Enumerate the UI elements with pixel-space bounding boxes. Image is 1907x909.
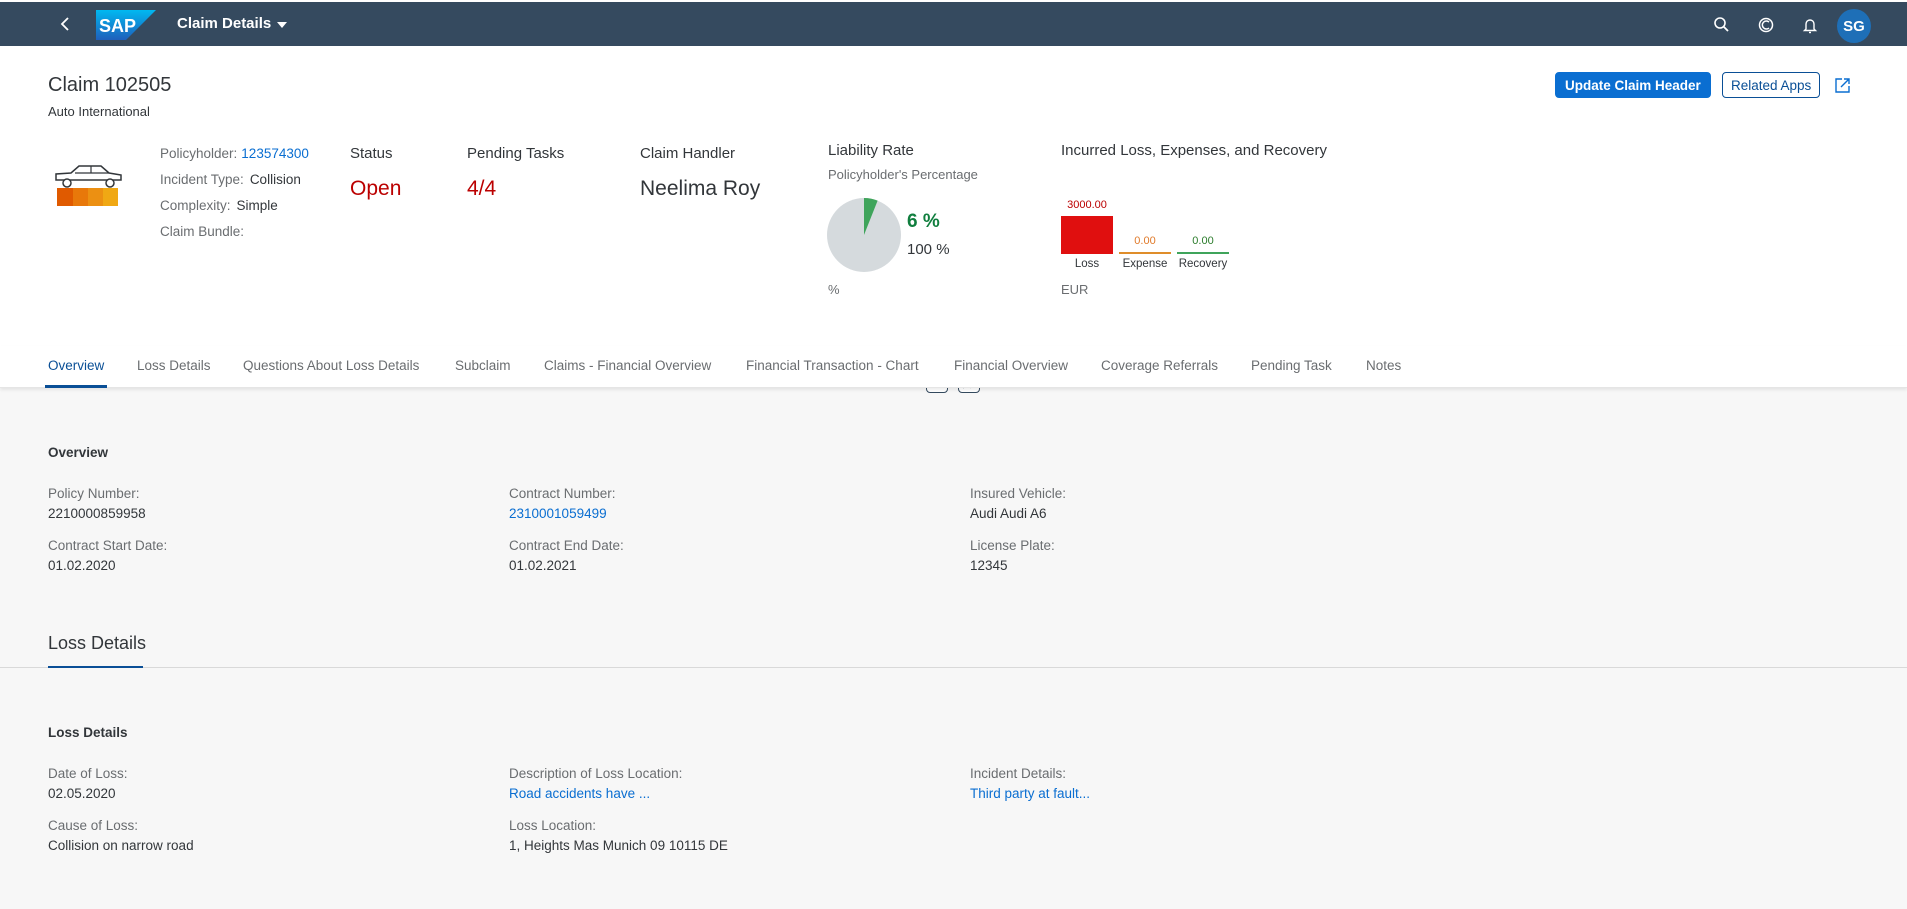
bar-value-label-expense: 0.00 <box>1134 235 1156 247</box>
object-page-header: Claim 102505 Auto International Update C… <box>0 46 1907 393</box>
liability-value: 6 % <box>907 211 940 232</box>
bar-loss <box>1061 216 1113 254</box>
loss-details-underline <box>48 666 143 668</box>
bar-category-label-loss: Loss <box>1074 258 1100 270</box>
policyholder-label: Policyholder: <box>160 146 238 161</box>
update-claim-header-button[interactable]: Update Claim Header <box>1555 72 1711 98</box>
loss-location-description-link[interactable]: Road accidents have ... <box>509 786 650 801</box>
notification-bell-icon[interactable] <box>1800 15 1820 35</box>
caret-down-icon <box>277 21 288 28</box>
incident-type-label: Incident Type: <box>160 172 244 187</box>
tab-overview[interactable]: Overview <box>44 358 108 388</box>
loss-details-section-title: Loss Details <box>48 725 128 740</box>
status-label: Status <box>350 145 393 162</box>
pending-tasks-value[interactable]: 4/4 <box>467 177 496 201</box>
incident-details-label: Incident Details: <box>970 766 1067 781</box>
search-icon[interactable] <box>1712 15 1732 35</box>
contract-number-label: Contract Number: <box>509 486 616 501</box>
shell-bar: SAP Claim Details SG <box>0 0 1907 46</box>
cause-of-loss-label: Cause of Loss: <box>48 818 139 833</box>
policyholder-link[interactable]: 123574300 <box>241 146 309 161</box>
complexity-label: Complexity: <box>160 198 231 213</box>
loss-location-description-label: Description of Loss Location: <box>509 766 683 781</box>
date-of-loss-value: 02.05.2020 <box>48 786 116 801</box>
policy-number-value: 2210000859958 <box>48 506 146 521</box>
sap-logo-text: SAP <box>99 16 136 36</box>
tab-financial-overview[interactable]: Financial Overview <box>954 358 1068 388</box>
contract-start-date-value: 01.02.2020 <box>48 558 116 573</box>
liability-unit: % <box>828 282 840 297</box>
complexity-value: Simple <box>236 198 278 213</box>
tab-claims-financial-overview[interactable]: Claims - Financial Overview <box>544 358 711 388</box>
contract-start-date-label: Contract Start Date: <box>48 538 168 553</box>
tab-pending-task[interactable]: Pending Task <box>1251 358 1332 388</box>
bar-value-label-loss: 3000.00 <box>1067 199 1107 211</box>
tab-financial-transaction-chart[interactable]: Financial Transaction - Chart <box>746 358 919 388</box>
contract-end-date-label: Contract End Date: <box>509 538 624 553</box>
status-value: Open <box>350 177 402 200</box>
insured-vehicle-label: Insured Vehicle: <box>970 486 1067 501</box>
claim-title: Claim 102505 <box>48 74 172 96</box>
incurred-title: Incurred Loss, Expenses, and Recovery <box>1061 142 1327 159</box>
cause-of-loss-value: Collision on narrow road <box>48 838 194 853</box>
claim-bundle-attribute: Claim Bundle: <box>160 224 250 239</box>
incident-details-link[interactable]: Third party at fault... <box>970 786 1090 801</box>
tab-subclaim[interactable]: Subclaim <box>455 358 511 388</box>
bar-expense <box>1119 252 1171 254</box>
policy-number-label: Policy Number: <box>48 486 140 501</box>
pending-tasks-label: Pending Tasks <box>467 145 565 162</box>
user-avatar[interactable]: SG <box>1837 9 1871 43</box>
complexity-attribute: Complexity: Simple <box>160 198 278 213</box>
incurred-unit: EUR <box>1061 282 1089 297</box>
incident-type-value: Collision <box>249 172 301 187</box>
contract-number-link[interactable]: 2310001059499 <box>509 506 607 521</box>
tab-notes[interactable]: Notes <box>1366 358 1401 388</box>
tab-loss-details[interactable]: Loss Details <box>137 358 211 388</box>
bar-value-label-recovery: 0.00 <box>1192 235 1214 247</box>
claim-handler-label: Claim Handler <box>640 145 736 162</box>
insured-vehicle-value: Audi Audi A6 <box>970 506 1047 521</box>
overview-section-title: Overview <box>48 445 109 460</box>
license-plate-label: License Plate: <box>970 538 1055 553</box>
claim-handler-value: Neelima Roy <box>640 177 761 200</box>
tab-questions-about-loss-details[interactable]: Questions About Loss Details <box>243 358 419 388</box>
tab-coverage-referrals[interactable]: Coverage Referrals <box>1101 358 1218 388</box>
back-icon[interactable] <box>56 14 76 34</box>
liability-total: 100 % <box>907 241 950 258</box>
app-title: Claim Details <box>177 15 272 32</box>
incurred-bar-chart: 3000.00 Loss 0.00 Expense 0.00 Recovery <box>1061 186 1241 286</box>
policyholder-attribute: Policyholder: 123574300 <box>160 146 309 161</box>
date-of-loss-label: Date of Loss: <box>48 766 128 781</box>
liability-pie-chart <box>827 198 901 272</box>
share-icon[interactable] <box>1834 76 1852 94</box>
liability-rate-title: Liability Rate <box>828 142 914 159</box>
anchor-tab-bar: Overview Loss Details Questions About Lo… <box>0 346 1907 388</box>
car-icon <box>55 165 122 206</box>
app-title-menu[interactable]: Claim Details <box>177 15 288 32</box>
copilot-icon[interactable] <box>1756 15 1776 35</box>
claim-subtitle: Auto International <box>48 104 150 119</box>
loss-location-label: Loss Location: <box>509 818 597 833</box>
claim-bundle-label: Claim Bundle: <box>160 224 245 239</box>
contract-end-date-value: 01.02.2021 <box>509 558 577 573</box>
sap-logo[interactable]: SAP <box>96 10 156 40</box>
bar-recovery <box>1177 252 1229 254</box>
liability-rate-subtitle: Policyholder's Percentage <box>828 167 978 182</box>
incident-type-attribute: Incident Type: Collision <box>160 172 301 187</box>
related-apps-button[interactable]: Related Apps <box>1722 72 1821 98</box>
section-divider <box>0 667 1907 668</box>
loss-location-value: 1, Heights Mas Munich 09 10115 DE <box>509 838 728 853</box>
bar-category-label-recovery: Recovery <box>1178 258 1228 270</box>
license-plate-value: 12345 <box>970 558 1008 573</box>
bar-category-label-expense: Expense <box>1122 258 1168 270</box>
loss-details-anchor-title: Loss Details <box>48 633 147 653</box>
